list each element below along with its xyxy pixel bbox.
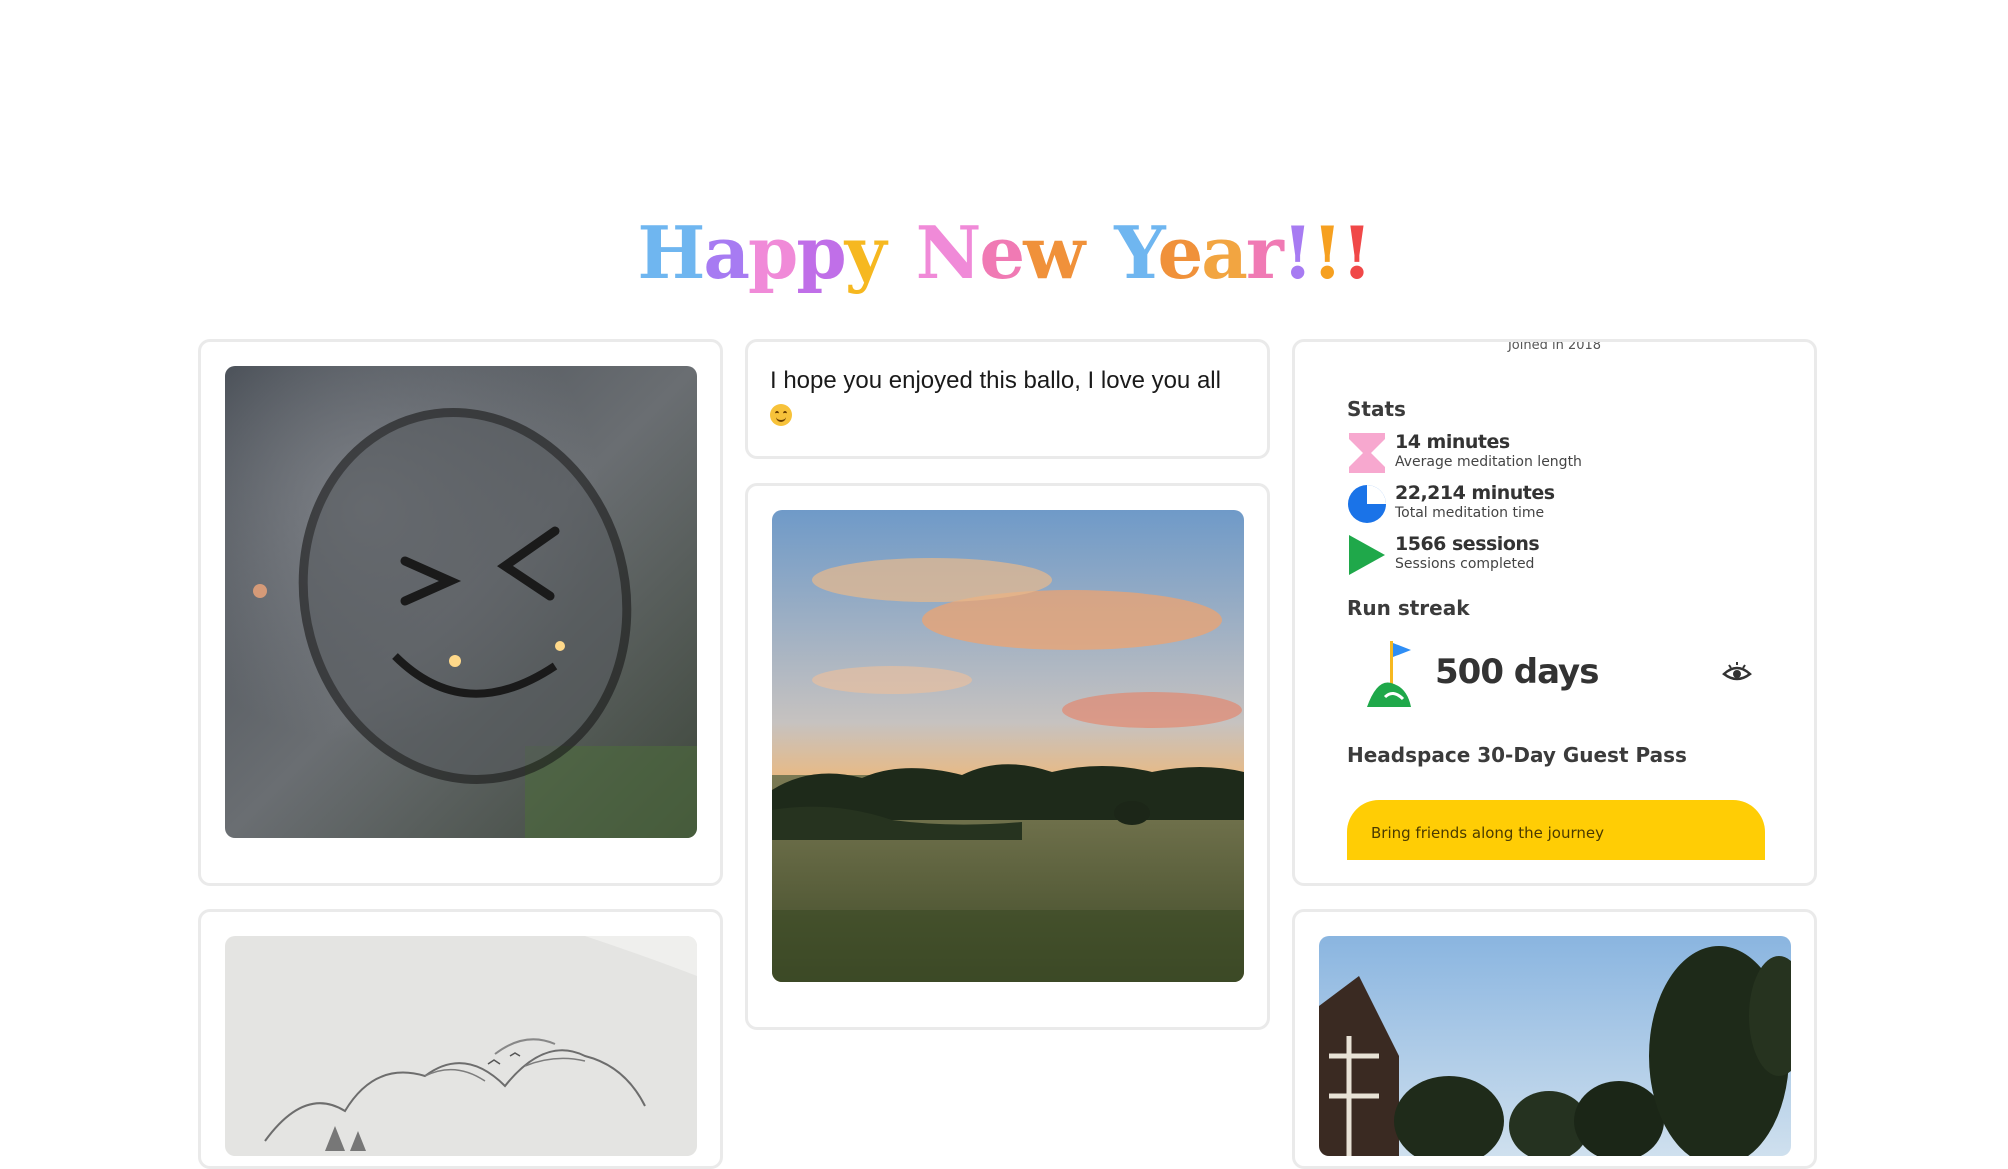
- title-letter: [885, 210, 908, 295]
- eye-icon[interactable]: [1722, 660, 1752, 684]
- title-letter: p: [748, 210, 798, 296]
- smiley-window-photo[interactable]: [225, 366, 697, 838]
- pie-chart-icon: [1348, 485, 1386, 523]
- title-letter: e: [1157, 210, 1203, 296]
- bring-friends-button[interactable]: Bring friends along the journey: [1347, 800, 1765, 860]
- title-letter: p: [796, 210, 846, 296]
- message-label: I hope you enjoyed this ballo, I love yo…: [770, 367, 1221, 394]
- photo-card-smiley[interactable]: [198, 339, 723, 886]
- title-letter: N: [915, 210, 982, 296]
- flag-hill-icon: [1367, 641, 1411, 707]
- title-letter: a: [703, 210, 750, 296]
- house-photo[interactable]: [1319, 936, 1791, 1156]
- message-text: I hope you enjoyed this ballo, I love yo…: [770, 364, 1245, 432]
- smiling-emoji-icon: [770, 404, 792, 426]
- joined-text: Joined in 2018: [1507, 339, 1602, 353]
- title-letter: y: [844, 210, 887, 296]
- photo-card-sketch[interactable]: [198, 909, 723, 1169]
- title-letter: !: [1311, 210, 1343, 296]
- run-streak-heading: Run streak: [1347, 596, 1470, 620]
- message-card: I hope you enjoyed this ballo, I love yo…: [745, 339, 1270, 459]
- stats-heading: Stats: [1347, 397, 1406, 421]
- stat-value: 22,214 minutes: [1395, 482, 1555, 504]
- stat-label: Sessions completed: [1395, 556, 1535, 572]
- title-letter: !: [1281, 210, 1314, 296]
- stat-value: 14 minutes: [1395, 431, 1510, 453]
- photo-card-sunset[interactable]: [745, 483, 1270, 1030]
- sunset-photo[interactable]: [772, 510, 1244, 982]
- play-icon: [1349, 535, 1385, 575]
- guest-pass-heading: Headspace 30-Day Guest Pass: [1347, 743, 1687, 767]
- stat-label: Average meditation length: [1395, 454, 1582, 470]
- headspace-profile-card: Joined in 2018 Stats 14 minutes Average …: [1292, 339, 1817, 886]
- cta-label: Bring friends along the journey: [1371, 824, 1604, 842]
- streak-value: 500 days: [1435, 652, 1599, 692]
- title-letter: H: [637, 210, 705, 296]
- title-letter: e: [979, 210, 1025, 296]
- title-letter: r: [1245, 210, 1284, 296]
- title-letter: Y: [1114, 210, 1159, 296]
- title-letter: !: [1341, 210, 1373, 296]
- title-letter: w: [1023, 210, 1085, 296]
- stat-value: 1566 sessions: [1395, 533, 1540, 555]
- sketch-photo[interactable]: [225, 936, 697, 1156]
- title-letter: [1083, 210, 1106, 295]
- hourglass-icon: [1349, 433, 1385, 473]
- page-title: Happy New Year!!!: [0, 208, 2008, 298]
- title-letter: a: [1201, 210, 1248, 296]
- stat-label: Total meditation time: [1395, 505, 1545, 521]
- photo-card-house[interactable]: [1292, 909, 1817, 1169]
